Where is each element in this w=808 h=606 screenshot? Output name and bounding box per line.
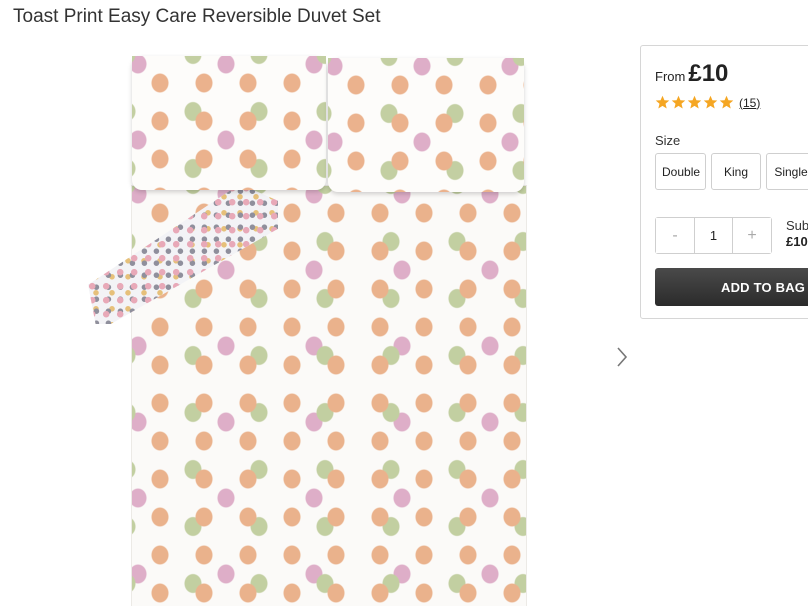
purchase-panel: From£10 (15) Size Double King Single - +… <box>640 45 808 319</box>
pillowcase-right <box>328 58 524 192</box>
size-options: Double King Single <box>655 153 808 190</box>
subtotal: Subtotal £10 <box>786 218 808 250</box>
star-rating <box>655 95 735 110</box>
star-icon <box>655 95 670 109</box>
size-option-double[interactable]: Double <box>655 153 706 190</box>
carousel-next-button[interactable] <box>612 343 632 371</box>
star-icon <box>671 95 686 109</box>
review-count-link[interactable]: (15) <box>739 96 760 110</box>
quantity-input[interactable] <box>694 218 733 253</box>
quantity-increment-button[interactable]: + <box>733 218 771 253</box>
price-prefix: From <box>655 69 686 84</box>
subtotal-label: Subtotal <box>786 218 808 233</box>
quantity-stepper: - + <box>655 217 772 254</box>
chevron-right-icon <box>617 347 628 367</box>
pillowcase-left <box>132 56 326 190</box>
product-title: Toast Print Easy Care Reversible Duvet S… <box>13 6 381 27</box>
size-option-king[interactable]: King <box>711 153 761 190</box>
star-icon <box>703 95 718 109</box>
size-label: Size <box>655 133 681 148</box>
size-option-single[interactable]: Single <box>766 153 808 190</box>
product-image[interactable] <box>86 54 532 606</box>
review-count: 15 <box>743 95 757 110</box>
star-icon <box>719 95 734 109</box>
subtotal-value: £10 <box>786 234 808 249</box>
rating-row: (15) <box>655 95 760 110</box>
price-value: £10 <box>688 60 729 87</box>
price-row: From £10 <box>655 60 728 88</box>
star-icon <box>687 95 702 109</box>
quantity-decrement-button[interactable]: - <box>656 218 694 253</box>
add-to-bag-button[interactable]: ADD TO BAG <box>655 268 808 306</box>
